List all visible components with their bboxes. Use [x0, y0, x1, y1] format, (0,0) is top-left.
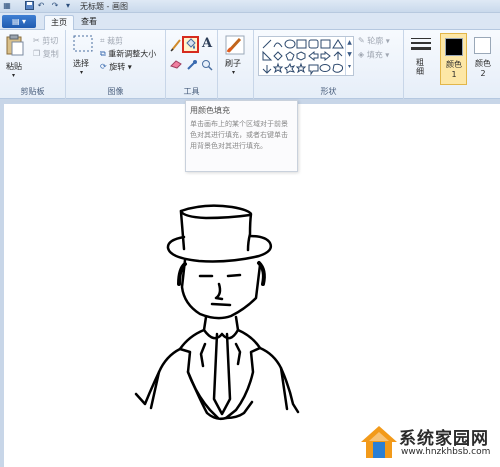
outline-label: 轮廓: [367, 36, 384, 46]
copy-icon: ❐: [33, 49, 41, 58]
shapes-gallery-icons: [262, 39, 344, 76]
eraser-icon: [170, 60, 182, 69]
eyedropper-icon: [187, 60, 197, 70]
brushes-button[interactable]: 刷子 ▾: [224, 34, 248, 78]
tab-home[interactable]: 主页: [44, 15, 74, 30]
file-menu-button[interactable]: ▤ ▾: [2, 15, 36, 28]
pencil-tool[interactable]: [170, 38, 182, 52]
tools-group-label: 工具: [183, 87, 200, 96]
eraser-tool[interactable]: [170, 59, 182, 71]
shapes-group-label: 形状: [320, 87, 337, 96]
color-picker-tool[interactable]: [186, 59, 198, 71]
fill-dropdown-icon: ▾: [385, 50, 390, 60]
shape-fill-icon: ◈: [358, 50, 365, 59]
tools-group: A 工具: [166, 30, 218, 99]
paste-icon: [6, 34, 24, 56]
app-icon[interactable]: ▦: [2, 1, 12, 11]
size-button[interactable]: 粗细: [406, 34, 436, 80]
tooltip: 用颜色填充 单击画布上的某个区域对于前景色对其进行填充，或者右键单击用背景色对其…: [185, 100, 298, 172]
crop-button[interactable]: ⌗ 裁剪: [100, 36, 123, 47]
cut-button[interactable]: ✂ 剪切: [33, 36, 58, 47]
copy-label: 复制: [42, 49, 59, 59]
brush-icon: [225, 35, 245, 55]
resize-icon: ⧉: [100, 49, 106, 58]
window-title: 无标题 - 画图: [80, 2, 128, 11]
rotate-dropdown-icon: ▾: [127, 62, 132, 72]
paste-button[interactable]: 粘贴 ▾: [6, 34, 28, 79]
text-tool[interactable]: A: [202, 37, 214, 51]
tooltip-title: 用颜色填充: [190, 106, 230, 115]
customize-icon[interactable]: ▾: [63, 1, 73, 11]
watermark-logo: 系统家园网 www.hnzkhbsb.com: [357, 420, 497, 464]
color1-label: 颜色 1: [446, 60, 462, 79]
rotate-button[interactable]: ⟳ 旋转 ▾: [100, 62, 132, 73]
resize-button[interactable]: ⧉ 重新调整大小: [100, 49, 156, 60]
house-logo-icon: [361, 426, 397, 458]
brushes-dropdown-icon[interactable]: ▾: [232, 68, 235, 78]
cut-label: 剪切: [42, 36, 59, 46]
fill-tool[interactable]: [182, 36, 199, 53]
select-icon: [73, 35, 93, 52]
color1-button[interactable]: 颜色 1: [440, 33, 467, 85]
outline-icon: ✎: [358, 36, 365, 45]
fill-shape-button[interactable]: ◈ 填充 ▾: [358, 50, 389, 61]
line-width-icon: [411, 38, 431, 50]
image-group: 选择 ▾ ⌗ 裁剪 ⧉ 重新调整大小 ⟳ 旋转 ▾ 图像: [66, 30, 166, 99]
ribbon: 粘贴 ▾ ✂ 剪切 ❐ 复制 剪贴板 选择 ▾ ⌗ 裁剪 ⧉ 重新调整大小 ⟳ …: [0, 30, 500, 99]
rotate-icon: ⟳: [100, 62, 107, 71]
paste-dropdown-icon[interactable]: ▾: [12, 71, 15, 81]
clipboard-group-label: 剪贴板: [20, 87, 45, 96]
ribbon-tab-row: ▤ ▾ 主页 查看: [0, 13, 500, 30]
resize-label: 重新调整大小: [108, 49, 157, 59]
undo-icon[interactable]: ↶: [36, 1, 46, 11]
pencil-icon: [170, 39, 181, 52]
color2-label: 颜色 2: [475, 59, 491, 78]
fill-icon: [186, 38, 196, 49]
color2-swatch: [474, 37, 491, 54]
magnifier-tool[interactable]: [201, 59, 213, 71]
fill-label: 填充: [366, 50, 383, 60]
save-icon[interactable]: [24, 1, 34, 11]
watermark-title: 系统家园网: [399, 429, 489, 449]
rotate-label: 旋转: [109, 62, 126, 72]
brushes-group: 刷子 ▾: [218, 30, 254, 99]
scissors-icon: ✂: [33, 36, 40, 45]
crop-icon: ⌗: [100, 36, 105, 45]
tab-view[interactable]: 查看: [75, 15, 103, 30]
select-dropdown-icon[interactable]: ▾: [80, 68, 83, 78]
copy-button[interactable]: ❐ 复制: [33, 49, 59, 60]
crop-label: 裁剪: [107, 36, 124, 46]
redo-icon[interactable]: ↷: [50, 1, 60, 11]
text-icon: A: [202, 36, 213, 51]
outline-dropdown-icon: ▾: [385, 36, 390, 46]
color1-swatch: [445, 38, 463, 56]
clipboard-group: 粘贴 ▾ ✂ 剪切 ❐ 复制 剪贴板: [0, 30, 66, 99]
shapes-scroll[interactable]: ▲ ▼ ▾: [345, 37, 353, 75]
magnifier-icon: [202, 60, 213, 71]
select-button[interactable]: 选择 ▾: [72, 34, 96, 78]
size-label: 粗细: [416, 58, 424, 76]
watermark-url: www.hnzkhbsb.com: [401, 447, 491, 457]
outline-button[interactable]: ✎ 轮廓 ▾: [358, 36, 390, 47]
shapes-gallery[interactable]: ▲ ▼ ▾: [258, 36, 354, 76]
color2-button[interactable]: 颜色 2: [470, 33, 497, 85]
tooltip-body: 单击画布上的某个区域对于前景色对其进行填充，或者右键单击用背景色对其进行填充。: [190, 120, 288, 150]
title-bar: ▦ ↶ ↷ ▾ 无标题 - 画图: [0, 0, 500, 13]
image-group-label: 图像: [107, 87, 124, 96]
